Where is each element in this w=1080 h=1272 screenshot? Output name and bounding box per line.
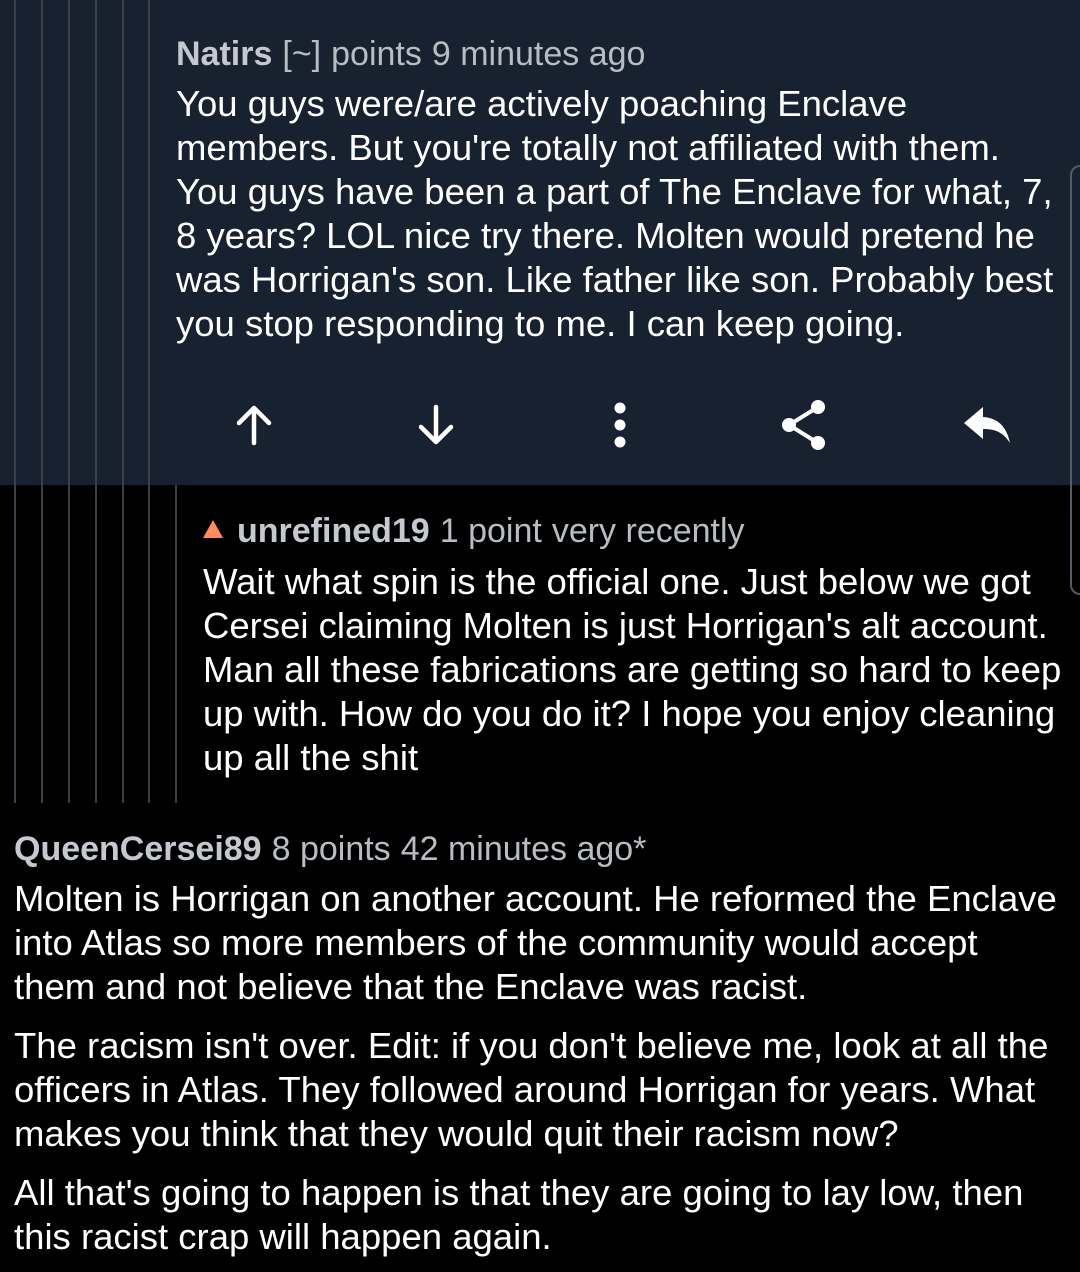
comment-score: 8 points — [271, 830, 391, 868]
upvote-button[interactable] — [219, 390, 289, 460]
scroll-indicator[interactable] — [1070, 165, 1080, 595]
reply-button[interactable] — [952, 390, 1022, 460]
comment-author[interactable]: unrefined19 — [237, 512, 430, 550]
comment-body: Molten is Horrigan on another account. H… — [14, 877, 1066, 1259]
comment-score: 1 point — [439, 512, 542, 550]
comment-body: Wait what spin is the official one. Just… — [203, 560, 1063, 780]
more-vertical-icon — [614, 402, 626, 448]
arrow-up-icon — [236, 405, 272, 446]
comment-paragraph: Wait what spin is the official one. Just… — [203, 561, 1062, 778]
share-icon — [782, 400, 825, 450]
comment-meta: Natirs [~] points 9 minutes ago — [176, 34, 645, 74]
reply-icon — [964, 407, 1010, 443]
comment-author[interactable]: QueenCersei89 — [14, 830, 262, 868]
comment-paragraph: The racism isn't over. Edit: if you don'… — [14, 1025, 1049, 1154]
comment-time: 42 minutes ago* — [400, 830, 647, 868]
comment-time: 9 minutes ago — [431, 35, 646, 73]
upvoted-arrow-icon — [203, 520, 223, 539]
comment-meta: QueenCersei89 8 points 42 minutes ago* — [14, 829, 646, 869]
comment-paragraph: You guys were/are actively poaching Encl… — [176, 83, 1054, 344]
author-flair: [~] — [282, 35, 322, 73]
comment-meta: unrefined19 1 point very recently — [203, 511, 745, 551]
comment-score: points — [331, 35, 422, 73]
arrow-down-icon — [418, 404, 454, 445]
more-options-button[interactable] — [585, 390, 655, 460]
comment-body: You guys were/are actively poaching Encl… — [176, 82, 1066, 346]
downvote-button[interactable] — [401, 390, 471, 460]
comment-paragraph: All that's going to happen is that they … — [14, 1172, 1024, 1257]
share-button[interactable] — [769, 390, 839, 460]
comment-action-bar — [0, 390, 1080, 460]
thread-line-depth-7[interactable] — [175, 485, 177, 803]
comment-time: very recently — [551, 512, 745, 550]
comment-paragraph: Molten is Horrigan on another account. H… — [14, 878, 1057, 1007]
comment-author[interactable]: Natirs — [176, 35, 272, 73]
